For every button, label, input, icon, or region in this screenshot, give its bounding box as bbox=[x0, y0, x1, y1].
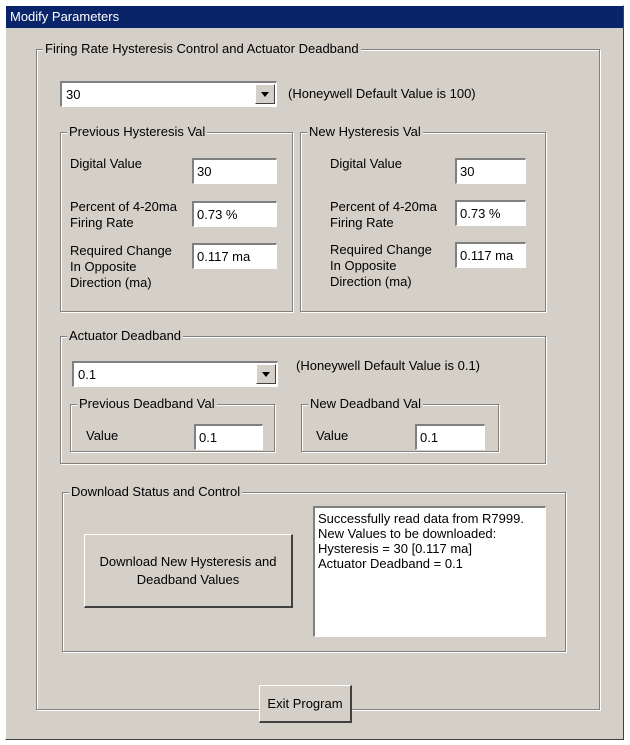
firing-rate-group-label: Firing Rate Hysteresis Control and Actua… bbox=[43, 41, 361, 57]
new-percent-label-line2: Firing Rate bbox=[330, 215, 394, 230]
new-percent-field[interactable]: 0.73 % bbox=[455, 200, 526, 226]
new-deadband-value-label: Value bbox=[316, 428, 349, 443]
download-button-text: Download New Hysteresis and Deadband Val… bbox=[99, 553, 276, 589]
deadband-dropdown-button[interactable] bbox=[256, 364, 276, 384]
download-values-button[interactable]: Download New Hysteresis and Deadband Val… bbox=[84, 534, 293, 608]
prev-deadband-value-field[interactable]: 0.1 bbox=[194, 424, 263, 450]
deadband-select[interactable]: 0.1 bbox=[72, 361, 278, 387]
new-change-label-line3: Direction (ma) bbox=[330, 274, 412, 289]
previous-deadband-label: Previous Deadband Val bbox=[77, 396, 217, 412]
chevron-down-icon bbox=[262, 372, 270, 377]
prev-deadband-value-label: Value bbox=[86, 428, 119, 443]
prev-change-label-line1: Required Change bbox=[70, 243, 172, 258]
chevron-down-icon bbox=[261, 92, 269, 97]
modify-parameters-window: Modify Parameters Firing Rate Hysteresis… bbox=[5, 5, 624, 740]
new-change-label-line1: Required Change bbox=[330, 242, 432, 257]
new-deadband-label: New Deadband Val bbox=[308, 396, 424, 412]
prev-change-field[interactable]: 0.117 ma bbox=[192, 243, 277, 269]
actuator-deadband-label: Actuator Deadband bbox=[67, 328, 184, 344]
new-digital-value-field[interactable]: 30 bbox=[455, 158, 526, 184]
title-bar: Modify Parameters bbox=[6, 6, 623, 28]
download-group-label: Download Status and Control bbox=[69, 484, 243, 500]
deadband-select-value: 0.1 bbox=[78, 367, 97, 382]
exit-program-button[interactable]: Exit Program bbox=[259, 685, 352, 723]
status-line: New Values to be downloaded: bbox=[318, 526, 497, 541]
new-deadband-value-field[interactable]: 0.1 bbox=[415, 424, 485, 450]
status-text-area[interactable]: Successfully read data from R7999. New V… bbox=[313, 506, 546, 637]
new-hysteresis-label: New Hysteresis Val bbox=[307, 124, 423, 140]
new-percent-label-line1: Percent of 4-20ma bbox=[330, 199, 437, 214]
prev-digital-value-field[interactable]: 30 bbox=[192, 158, 277, 184]
hysteresis-default-note: (Honeywell Default Value is 100) bbox=[288, 86, 476, 101]
prev-percent-label-line2: Firing Rate bbox=[70, 215, 134, 230]
deadband-default-note: (Honeywell Default Value is 0.1) bbox=[296, 358, 481, 373]
download-button-line1: Download New Hysteresis and bbox=[99, 553, 277, 569]
prev-percent-field[interactable]: 0.73 % bbox=[192, 201, 277, 227]
prev-digital-value-label: Digital Value bbox=[70, 156, 143, 171]
previous-hysteresis-label: Previous Hysteresis Val bbox=[67, 124, 208, 140]
prev-change-label-line3: Direction (ma) bbox=[70, 275, 152, 290]
prev-percent-label-line1: Percent of 4-20ma bbox=[70, 199, 177, 214]
hysteresis-dropdown-button[interactable] bbox=[255, 84, 275, 104]
status-line: Actuator Deadband = 0.1 bbox=[318, 556, 463, 571]
download-button-line2: Deadband Values bbox=[136, 571, 240, 587]
status-line: Hysteresis = 30 [0.117 ma] bbox=[318, 541, 473, 556]
new-change-label-line2: In Opposite bbox=[330, 258, 397, 273]
hysteresis-select-value: 30 bbox=[66, 87, 81, 102]
new-change-field[interactable]: 0.117 ma bbox=[455, 242, 526, 268]
new-digital-value-label: Digital Value bbox=[330, 156, 403, 171]
status-line: Successfully read data from R7999. bbox=[318, 511, 524, 526]
prev-change-label-line2: In Opposite bbox=[70, 259, 137, 274]
hysteresis-select[interactable]: 30 bbox=[60, 81, 277, 107]
